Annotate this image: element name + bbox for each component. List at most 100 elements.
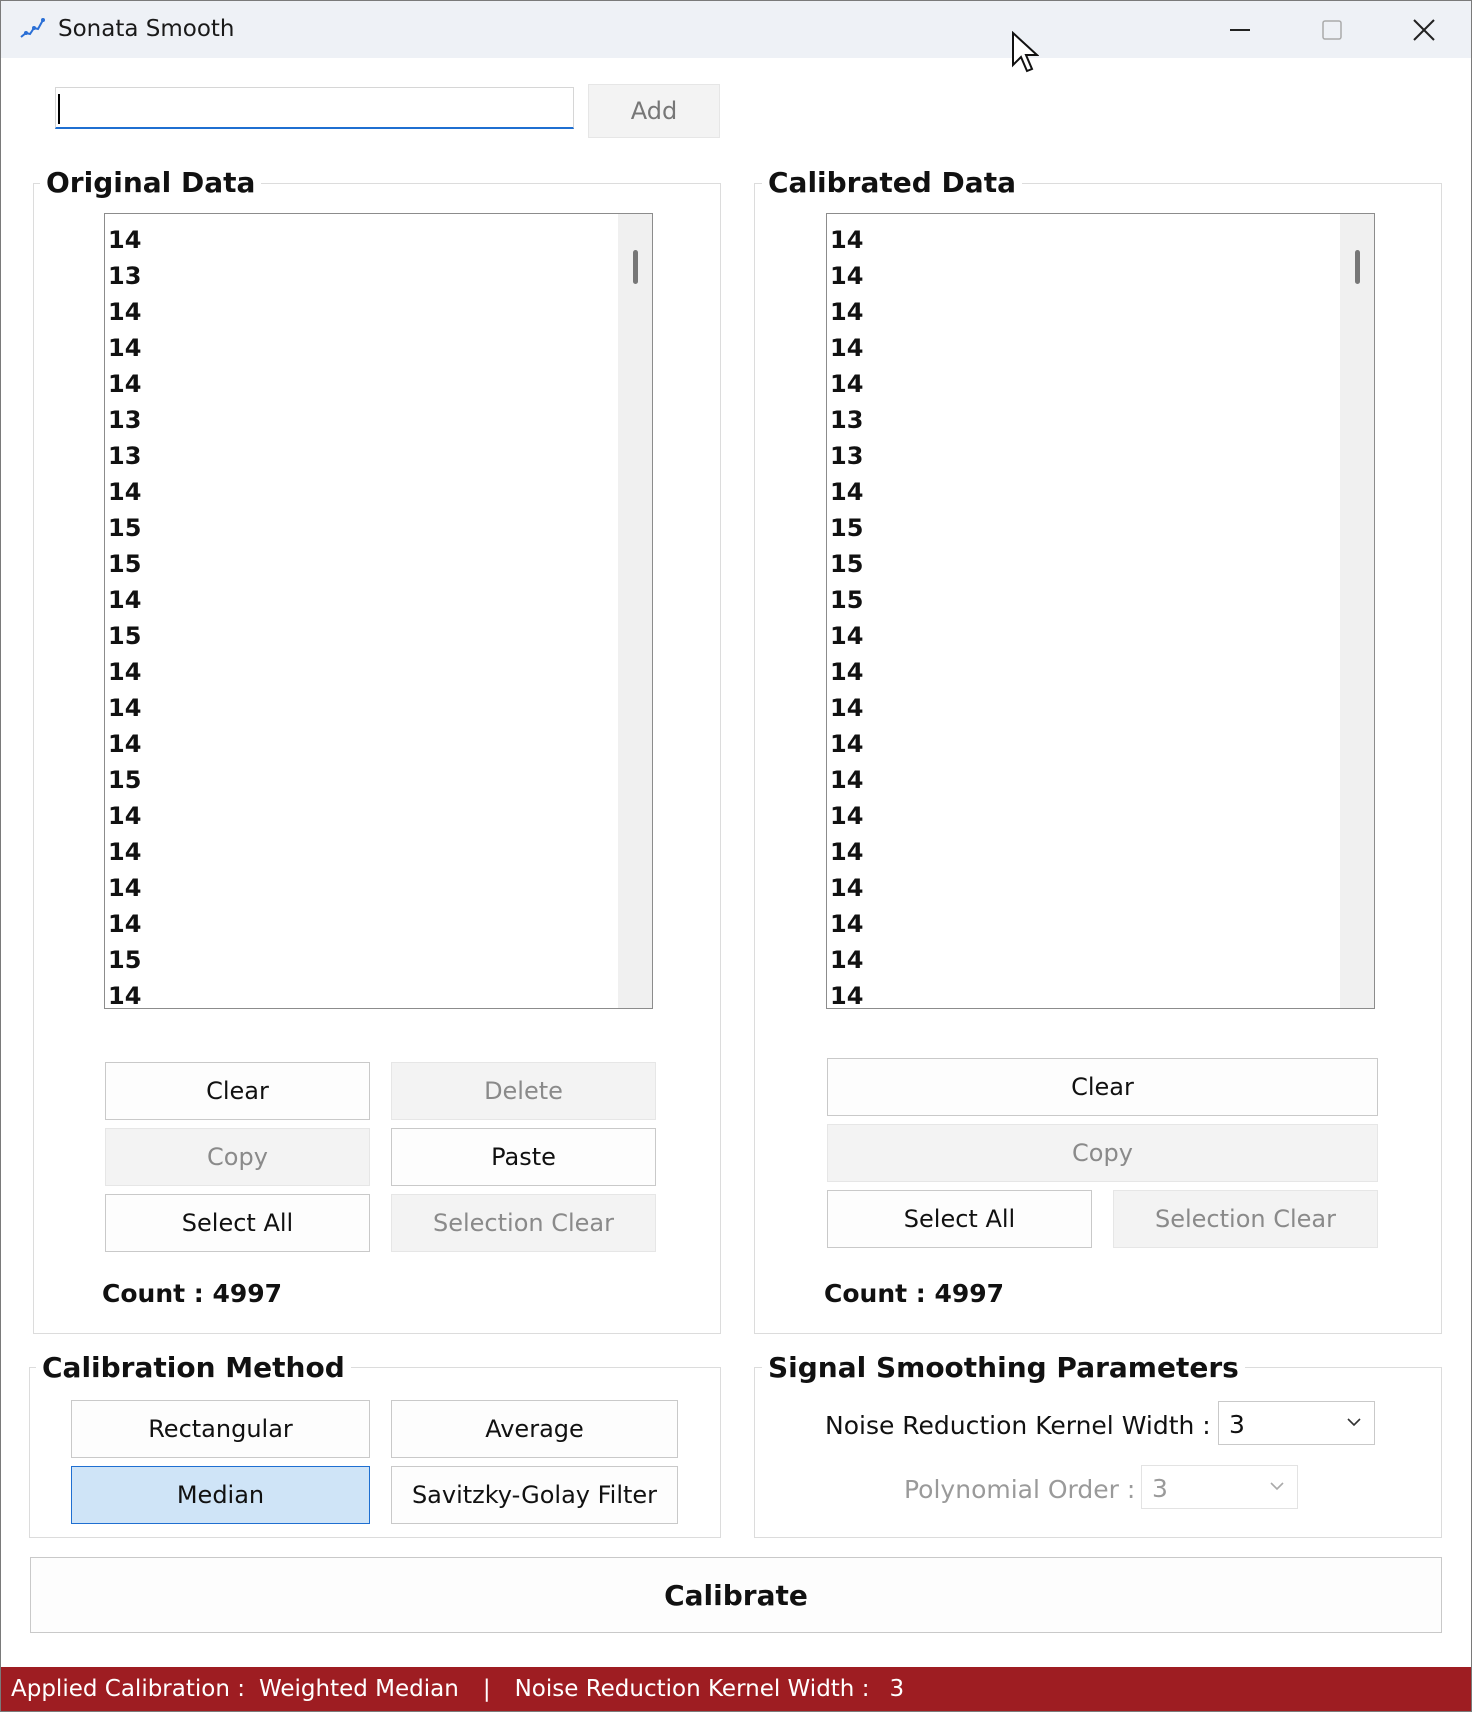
status-bar: Applied Calibration : Weighted Median | … (1, 1667, 1471, 1711)
close-button[interactable] (1378, 1, 1470, 58)
calibrated-scroll-thumb[interactable] (1355, 250, 1360, 284)
list-item[interactable]: 14 (828, 798, 863, 834)
list-item[interactable]: 14 (106, 366, 141, 402)
list-item[interactable]: 14 (828, 870, 863, 906)
list-item[interactable]: 14 (828, 618, 863, 654)
original-select-all-button[interactable]: Select All (105, 1194, 370, 1252)
status-separator: | (482, 1676, 491, 1702)
list-item[interactable]: 14 (828, 690, 863, 726)
list-item[interactable]: 14 (828, 654, 863, 690)
list-item[interactable]: 15 (106, 510, 141, 546)
list-item[interactable]: 15 (828, 510, 863, 546)
savitzky-golay-button[interactable]: Savitzky-Golay Filter (391, 1466, 678, 1524)
original-paste-button[interactable]: Paste (391, 1128, 656, 1186)
list-item[interactable]: 13 (828, 402, 863, 438)
median-button[interactable]: Median (71, 1466, 370, 1524)
close-icon (1413, 18, 1435, 41)
list-item[interactable]: 14 (828, 762, 863, 798)
mouse-cursor-icon (1012, 31, 1039, 73)
list-item[interactable]: 14 (106, 222, 141, 258)
list-item[interactable]: 14 (828, 294, 863, 330)
calibrated-data-items: 14 14 14 14 14 13 13 14 15 15 15 14 14 14 14 14 14 14 14 14… (828, 222, 863, 1008)
list-item[interactable]: 14 (106, 474, 141, 510)
list-item[interactable]: 14 (106, 798, 141, 834)
list-item[interactable]: 15 (106, 762, 141, 798)
list-item[interactable]: 14 (828, 474, 863, 510)
rectangular-button[interactable]: Rectangular (71, 1400, 370, 1458)
minimize-icon (1230, 28, 1250, 31)
original-scrollbar[interactable] (618, 214, 652, 1008)
text-caret (58, 94, 60, 124)
original-data-items: 14 13 14 14 14 13 13 14 15 15 14 15 14 14 14 15 14 14 14 14… (106, 222, 141, 1008)
status-applied-label: Applied Calibration : (11, 1676, 245, 1702)
calibrated-data-title: Calibrated Data (762, 166, 1022, 199)
list-item[interactable]: 14 (106, 834, 141, 870)
list-item[interactable]: 15 (106, 546, 141, 582)
polynomial-order-value: 3 (1152, 1474, 1168, 1503)
title-bar[interactable]: Sonata Smooth (1, 1, 1471, 73)
list-item[interactable]: 14 (828, 366, 863, 402)
list-item[interactable]: 15 (106, 942, 141, 978)
list-item[interactable]: 14 (106, 654, 141, 690)
list-item[interactable]: 14 (828, 330, 863, 366)
kernel-width-label: Noise Reduction Kernel Width : (825, 1411, 1211, 1440)
list-item[interactable]: 13 (106, 258, 141, 294)
list-item[interactable]: 15 (106, 618, 141, 654)
chevron-down-icon (1347, 1418, 1361, 1427)
original-count-label: Count : 4997 (102, 1279, 283, 1308)
original-data-list[interactable]: 14 13 14 14 14 13 13 14 15 15 14 15 14 14 14 15 14 14 14 14… (104, 213, 653, 1009)
calibrated-count-label: Count : 4997 (824, 1279, 1005, 1308)
list-item[interactable]: 14 (828, 222, 863, 258)
calibrated-clear-button[interactable]: Clear (827, 1058, 1378, 1116)
calibrated-select-all-button[interactable]: Select All (827, 1190, 1092, 1248)
list-item[interactable]: 14 (106, 978, 141, 1008)
list-item[interactable]: 14 (828, 726, 863, 762)
maximize-icon (1322, 19, 1342, 40)
original-scroll-thumb[interactable] (633, 250, 638, 284)
calibrated-selection-clear-button[interactable]: Selection Clear (1113, 1190, 1378, 1248)
kernel-width-value: 3 (1229, 1410, 1245, 1439)
average-button[interactable]: Average (391, 1400, 678, 1458)
list-item[interactable]: 13 (828, 438, 863, 474)
list-item[interactable]: 14 (106, 330, 141, 366)
list-item[interactable]: 14 (106, 690, 141, 726)
chevron-down-icon (1270, 1482, 1284, 1491)
list-item[interactable]: 14 (106, 294, 141, 330)
original-clear-button[interactable]: Clear (105, 1062, 370, 1120)
calibration-method-title: Calibration Method (36, 1351, 351, 1384)
list-item[interactable]: 14 (106, 582, 141, 618)
original-delete-button[interactable]: Delete (391, 1062, 656, 1120)
list-item[interactable]: 15 (828, 546, 863, 582)
calibrated-scrollbar[interactable] (1340, 214, 1374, 1008)
polynomial-order-label: Polynomial Order : (904, 1475, 1136, 1504)
status-kernel-value: 3 (889, 1676, 905, 1702)
kernel-width-select[interactable]: 3 (1218, 1401, 1375, 1445)
list-item[interactable]: 14 (106, 870, 141, 906)
minimize-button[interactable] (1194, 1, 1286, 58)
list-item[interactable]: 15 (828, 582, 863, 618)
status-kernel-label: Noise Reduction Kernel Width : (514, 1676, 870, 1702)
calibrated-copy-button[interactable]: Copy (827, 1124, 1378, 1182)
calibrate-button[interactable]: Calibrate (30, 1557, 1442, 1633)
original-selection-clear-button[interactable]: Selection Clear (391, 1194, 656, 1252)
app-window: Sonata Smooth Add Original Data 14 13 14 14… (0, 0, 1472, 1712)
calibrated-data-list[interactable]: 14 14 14 14 14 13 13 14 15 15 15 14 14 14 14 14 14 14 14 14… (826, 213, 1375, 1009)
list-item[interactable]: 14 (106, 726, 141, 762)
list-item[interactable]: 14 (828, 258, 863, 294)
window-title: Sonata Smooth (58, 16, 235, 42)
polynomial-order-select[interactable]: 3 (1141, 1465, 1298, 1509)
list-item[interactable]: 14 (828, 906, 863, 942)
add-button[interactable]: Add (588, 84, 720, 138)
list-item[interactable]: 14 (106, 906, 141, 942)
smoothing-parameters-title: Signal Smoothing Parameters (762, 1351, 1245, 1384)
list-item[interactable]: 14 (828, 834, 863, 870)
list-item[interactable]: 13 (106, 438, 141, 474)
list-item[interactable]: 14 (828, 978, 863, 1008)
list-item[interactable]: 13 (106, 402, 141, 438)
list-item[interactable]: 14 (828, 942, 863, 978)
original-data-title: Original Data (40, 166, 262, 199)
original-copy-button[interactable]: Copy (105, 1128, 370, 1186)
smoothing-parameters-group (754, 1367, 1442, 1538)
maximize-button[interactable] (1286, 1, 1378, 58)
value-input[interactable] (55, 87, 574, 129)
